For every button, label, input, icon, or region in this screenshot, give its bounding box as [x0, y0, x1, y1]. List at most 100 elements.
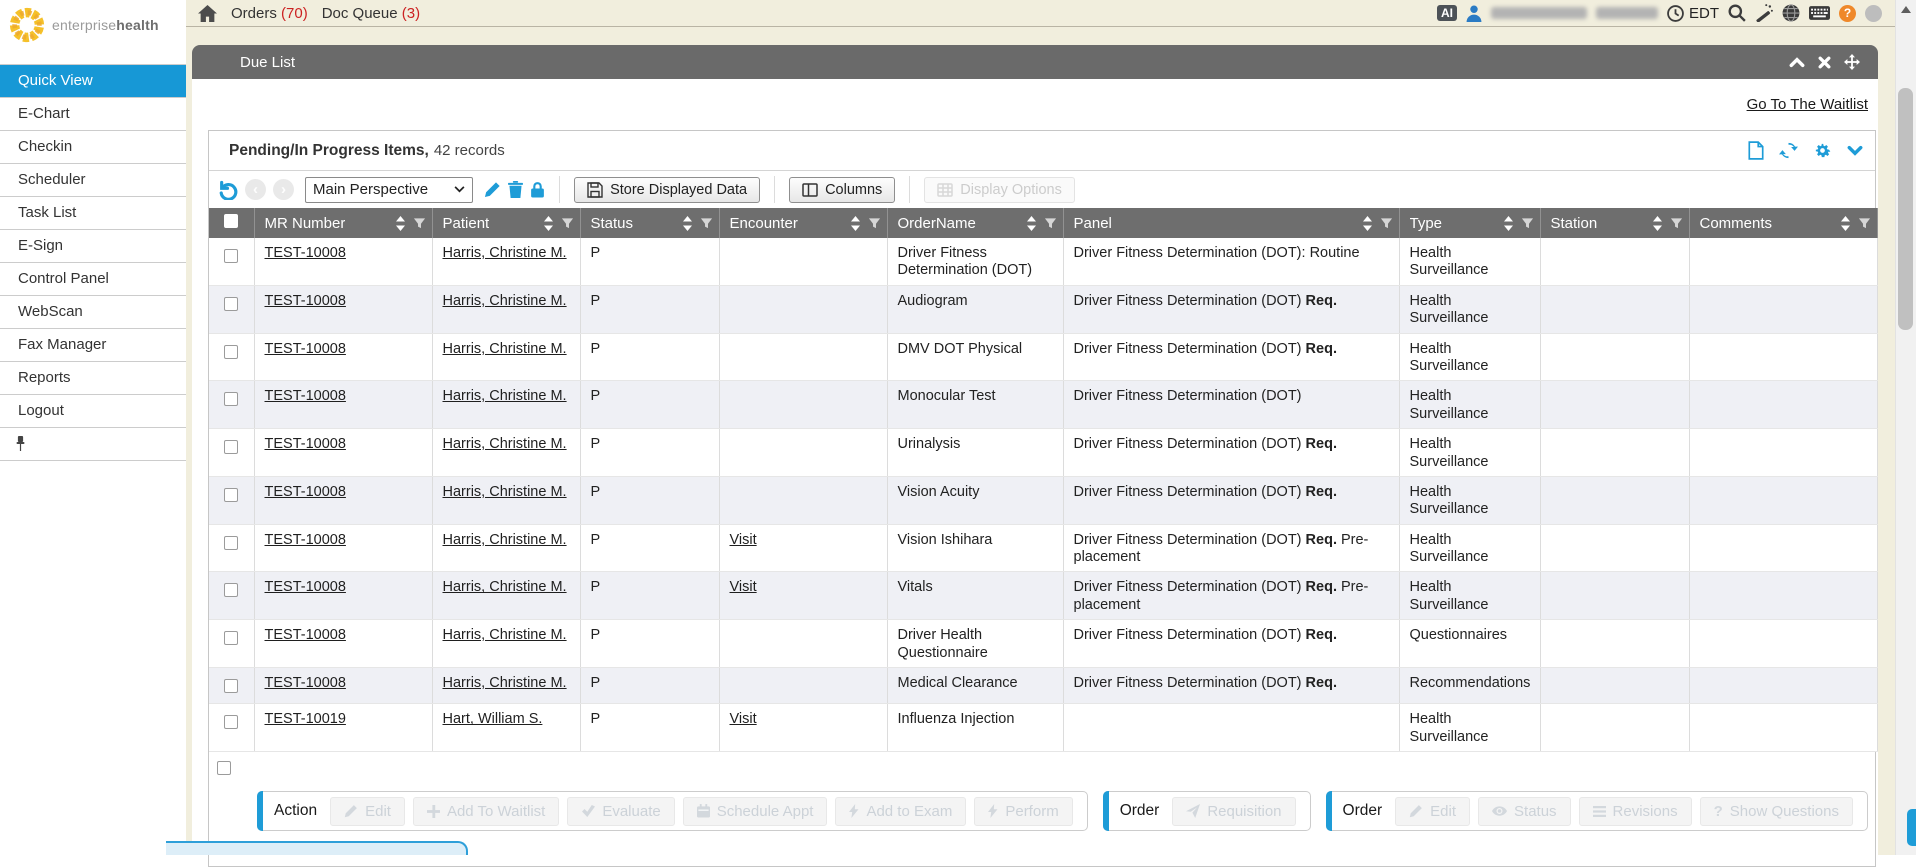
- store-displayed-data-button[interactable]: Store Displayed Data: [574, 177, 760, 203]
- sidebar-item-webscan[interactable]: WebScan: [0, 296, 186, 329]
- row-checkbox[interactable]: [224, 679, 238, 693]
- row-checkbox[interactable]: [224, 583, 238, 597]
- filter-icon[interactable]: [868, 217, 881, 230]
- mr-number-link[interactable]: TEST-10008: [265, 484, 346, 500]
- prev-icon[interactable]: ‹: [245, 179, 266, 200]
- sidebar-item-task-list[interactable]: Task List: [0, 197, 186, 230]
- row-checkbox[interactable]: [224, 715, 238, 729]
- encounter-link[interactable]: Visit: [730, 532, 757, 548]
- vertical-scrollbar[interactable]: [1895, 0, 1916, 855]
- trash-icon[interactable]: [508, 181, 523, 198]
- mr-number-link[interactable]: TEST-10008: [265, 579, 346, 595]
- patient-link[interactable]: Harris, Christine M.: [443, 388, 567, 404]
- evaluate-button[interactable]: Evaluate: [567, 797, 674, 826]
- patient-link[interactable]: Harris, Christine M.: [443, 579, 567, 595]
- mr-number-link[interactable]: TEST-10008: [265, 245, 346, 261]
- close-icon[interactable]: [1818, 56, 1831, 69]
- patient-link[interactable]: Harris, Christine M.: [443, 532, 567, 548]
- patient-link[interactable]: Harris, Christine M.: [443, 675, 567, 691]
- schedule-appt-button[interactable]: Schedule Appt: [683, 797, 828, 826]
- column-header-mr-number[interactable]: MR Number: [254, 208, 432, 238]
- row-checkbox[interactable]: [224, 440, 238, 454]
- row-checkbox[interactable]: [224, 249, 238, 263]
- sidebar-item-reports[interactable]: Reports: [0, 362, 186, 395]
- gear-icon[interactable]: [1813, 141, 1832, 160]
- scrollbar-thumb[interactable]: [1898, 88, 1913, 330]
- revisions-button[interactable]: Revisions: [1579, 797, 1692, 826]
- filter-icon[interactable]: [1521, 217, 1534, 230]
- filter-icon[interactable]: [1380, 217, 1393, 230]
- patient-link[interactable]: Harris, Christine M.: [443, 436, 567, 452]
- encounter-link[interactable]: Visit: [730, 711, 757, 727]
- pencil-icon[interactable]: [484, 181, 501, 198]
- sidebar-item-quick-view[interactable]: Quick View: [0, 65, 186, 98]
- move-icon[interactable]: [1844, 54, 1860, 70]
- refresh-icon[interactable]: [1779, 141, 1798, 160]
- mr-number-link[interactable]: TEST-10019: [265, 711, 346, 727]
- patient-link[interactable]: Harris, Christine M.: [443, 484, 567, 500]
- sort-icon[interactable]: [851, 216, 860, 231]
- sort-icon[interactable]: [1363, 216, 1372, 231]
- row-checkbox[interactable]: [224, 631, 238, 645]
- scroll-up-arrow[interactable]: [1901, 6, 1911, 13]
- mr-number-link[interactable]: TEST-10008: [265, 388, 346, 404]
- column-header-status[interactable]: Status: [580, 208, 719, 238]
- select-all-checkbox[interactable]: [224, 214, 238, 228]
- patient-link[interactable]: Hart, William S.: [443, 711, 543, 727]
- mr-number-link[interactable]: TEST-10008: [265, 532, 346, 548]
- display-options-button[interactable]: Display Options: [924, 177, 1075, 203]
- column-header-type[interactable]: Type: [1399, 208, 1540, 238]
- sort-icon[interactable]: [1027, 216, 1036, 231]
- sort-icon[interactable]: [1504, 216, 1513, 231]
- filter-icon[interactable]: [561, 217, 574, 230]
- mr-number-link[interactable]: TEST-10008: [265, 675, 346, 691]
- filter-icon[interactable]: [413, 217, 426, 230]
- show-questions-button[interactable]: ?Show Questions: [1700, 797, 1853, 826]
- column-header-patient[interactable]: Patient: [432, 208, 580, 238]
- select-all-header[interactable]: [209, 208, 254, 238]
- column-header-comments[interactable]: Comments: [1689, 208, 1877, 238]
- collapse-icon[interactable]: [1789, 57, 1805, 68]
- filter-icon[interactable]: [1044, 217, 1057, 230]
- sort-icon[interactable]: [1841, 216, 1850, 231]
- column-header-station[interactable]: Station: [1540, 208, 1689, 238]
- sidebar-item-checkin[interactable]: Checkin: [0, 131, 186, 164]
- row-checkbox[interactable]: [224, 488, 238, 502]
- next-icon[interactable]: ›: [273, 179, 294, 200]
- sidebar-item-fax-manager[interactable]: Fax Manager: [0, 329, 186, 362]
- filter-icon[interactable]: [700, 217, 713, 230]
- waitlist-link[interactable]: Go To The Waitlist: [1747, 96, 1868, 113]
- add-to-exam-button[interactable]: Add to Exam: [835, 797, 966, 826]
- sort-icon[interactable]: [396, 216, 405, 231]
- sidebar-item-e-sign[interactable]: E-Sign: [0, 230, 186, 263]
- filter-icon[interactable]: [1858, 217, 1871, 230]
- sidebar-item-e-chart[interactable]: E-Chart: [0, 98, 186, 131]
- filter-icon[interactable]: [1670, 217, 1683, 230]
- patient-link[interactable]: Harris, Christine M.: [443, 245, 567, 261]
- status-button[interactable]: Status: [1478, 797, 1571, 826]
- edit-button[interactable]: Edit: [330, 797, 405, 826]
- footer-checkbox[interactable]: [217, 761, 231, 775]
- undo-icon[interactable]: [217, 179, 238, 200]
- column-header-panel[interactable]: Panel: [1063, 208, 1399, 238]
- perform-button[interactable]: Perform: [974, 797, 1072, 826]
- add-to-waitlist-button[interactable]: Add To Waitlist: [413, 797, 559, 826]
- mr-number-link[interactable]: TEST-10008: [265, 436, 346, 452]
- requisition-button[interactable]: Requisition: [1172, 797, 1295, 826]
- sidebar-item-control-panel[interactable]: Control Panel: [0, 263, 186, 296]
- edit-button[interactable]: Edit: [1395, 797, 1470, 826]
- sidebar-item-scheduler[interactable]: Scheduler: [0, 164, 186, 197]
- row-checkbox[interactable]: [224, 297, 238, 311]
- mr-number-link[interactable]: TEST-10008: [265, 627, 346, 643]
- new-document-icon[interactable]: [1748, 141, 1764, 160]
- encounter-link[interactable]: Visit: [730, 579, 757, 595]
- chevron-down-icon[interactable]: [1847, 145, 1863, 156]
- columns-button[interactable]: Columns: [789, 177, 895, 203]
- column-header-encounter[interactable]: Encounter: [719, 208, 887, 238]
- lock-icon[interactable]: [530, 181, 545, 198]
- row-checkbox[interactable]: [224, 345, 238, 359]
- sidebar-item-logout[interactable]: Logout: [0, 395, 186, 428]
- sort-icon[interactable]: [544, 216, 553, 231]
- row-checkbox[interactable]: [224, 392, 238, 406]
- sort-icon[interactable]: [683, 216, 692, 231]
